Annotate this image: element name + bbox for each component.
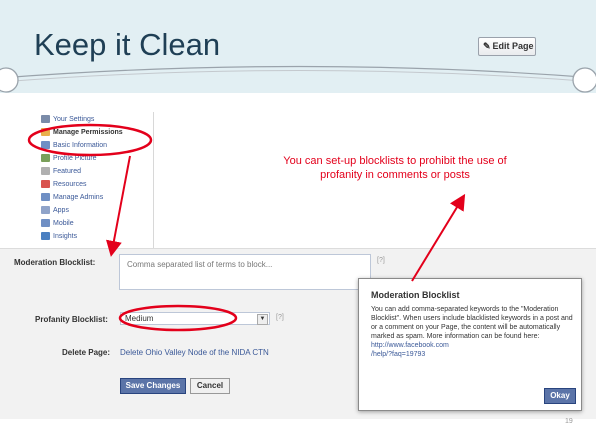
sidebar-item-label: Basic Information: [53, 142, 108, 149]
sidebar-item-label: Apps: [53, 207, 69, 214]
profanity-blocklist-label: Profanity Blocklist:: [35, 315, 108, 324]
moderation-blocklist-tooltip: Moderation Blocklist You can add comma-s…: [358, 278, 582, 411]
sidebar-item-resources[interactable]: Resources: [41, 179, 86, 190]
pencil-icon: ✎: [483, 41, 491, 51]
tooltip-help-link[interactable]: http://www.facebook.com/help/?faq=19793: [371, 342, 449, 358]
delete-page-link[interactable]: Delete Ohio Valley Node of the NIDA CTN: [120, 348, 269, 357]
star-icon: [41, 167, 50, 176]
profanity-blocklist-select[interactable]: Medium ▼: [120, 312, 270, 325]
lock-icon: [41, 128, 50, 137]
sidebar-item-label: Mobile: [53, 220, 74, 227]
annotation-text: You can set-up blocklists to prohibit th…: [283, 155, 507, 181]
sidebar-item-basic-information[interactable]: Basic Information: [41, 140, 107, 151]
sidebar-item-profile-picture[interactable]: Profile Picture: [41, 153, 97, 164]
insights-icon: [41, 232, 50, 241]
apps-icon: [41, 206, 50, 215]
picture-icon: [41, 154, 50, 163]
sidebar-item-apps[interactable]: Apps: [41, 205, 69, 216]
delete-page-label: Delete Page:: [62, 348, 111, 357]
sidebar-item-label: Manage Permissions: [53, 129, 123, 136]
admins-icon: [41, 193, 50, 202]
edit-page-label: Edit Page: [492, 41, 534, 51]
sidebar-item-label: Manage Admins: [53, 194, 104, 201]
sidebar-item-label: Insights: [53, 233, 78, 240]
sidebar-item-insights[interactable]: Insights: [41, 231, 77, 242]
sidebar-item-manage-permissions[interactable]: Manage Permissions: [41, 127, 123, 138]
sidebar-item-manage-admins[interactable]: Manage Admins: [41, 192, 103, 203]
cancel-button[interactable]: Cancel: [190, 378, 230, 394]
edit-page-button[interactable]: ✎ Edit Page: [478, 37, 536, 56]
tooltip-body: You can add comma-separated keywords to …: [371, 305, 576, 359]
slide: Keep it Clean ✎ Edit Page Your Settings M…: [0, 0, 596, 446]
slide-number: 19: [565, 418, 573, 425]
moderation-blocklist-input[interactable]: Comma separated list of terms to block..…: [119, 254, 371, 290]
sidebar-item-label: Profile Picture: [53, 155, 97, 162]
profanity-selected-value: Medium: [125, 314, 154, 323]
sidebar-item-featured[interactable]: Featured: [41, 166, 81, 177]
info-icon: [41, 141, 50, 150]
mobile-icon: [41, 219, 50, 228]
tooltip-body-text: You can add comma-separated keywords to …: [371, 306, 573, 340]
profanity-help-link[interactable]: [?]: [276, 314, 284, 321]
tooltip-title: Moderation Blocklist: [371, 290, 460, 300]
tooltip-link-part: http://www.facebook.com: [371, 342, 449, 349]
slide-title: Keep it Clean: [34, 27, 221, 62]
settings-sidebar: Your Settings Manage Permissions Basic I…: [35, 112, 154, 250]
okay-button[interactable]: Okay: [544, 388, 576, 404]
chevron-down-icon: ▼: [257, 314, 268, 325]
resources-icon: [41, 180, 50, 189]
moderation-help-link[interactable]: [?]: [377, 257, 385, 264]
settings-icon: [41, 115, 50, 124]
save-changes-button[interactable]: Save Changes: [120, 378, 186, 394]
sidebar-item-mobile[interactable]: Mobile: [41, 218, 74, 229]
tooltip-link-part: /help/?faq=19793: [371, 351, 426, 358]
sidebar-item-label: Your Settings: [53, 116, 95, 123]
sidebar-item-your-settings[interactable]: Your Settings: [41, 114, 94, 125]
sidebar-item-label: Resources: [53, 181, 87, 188]
moderation-blocklist-label: Moderation Blocklist:: [14, 258, 96, 267]
sidebar-item-label: Featured: [53, 168, 82, 175]
